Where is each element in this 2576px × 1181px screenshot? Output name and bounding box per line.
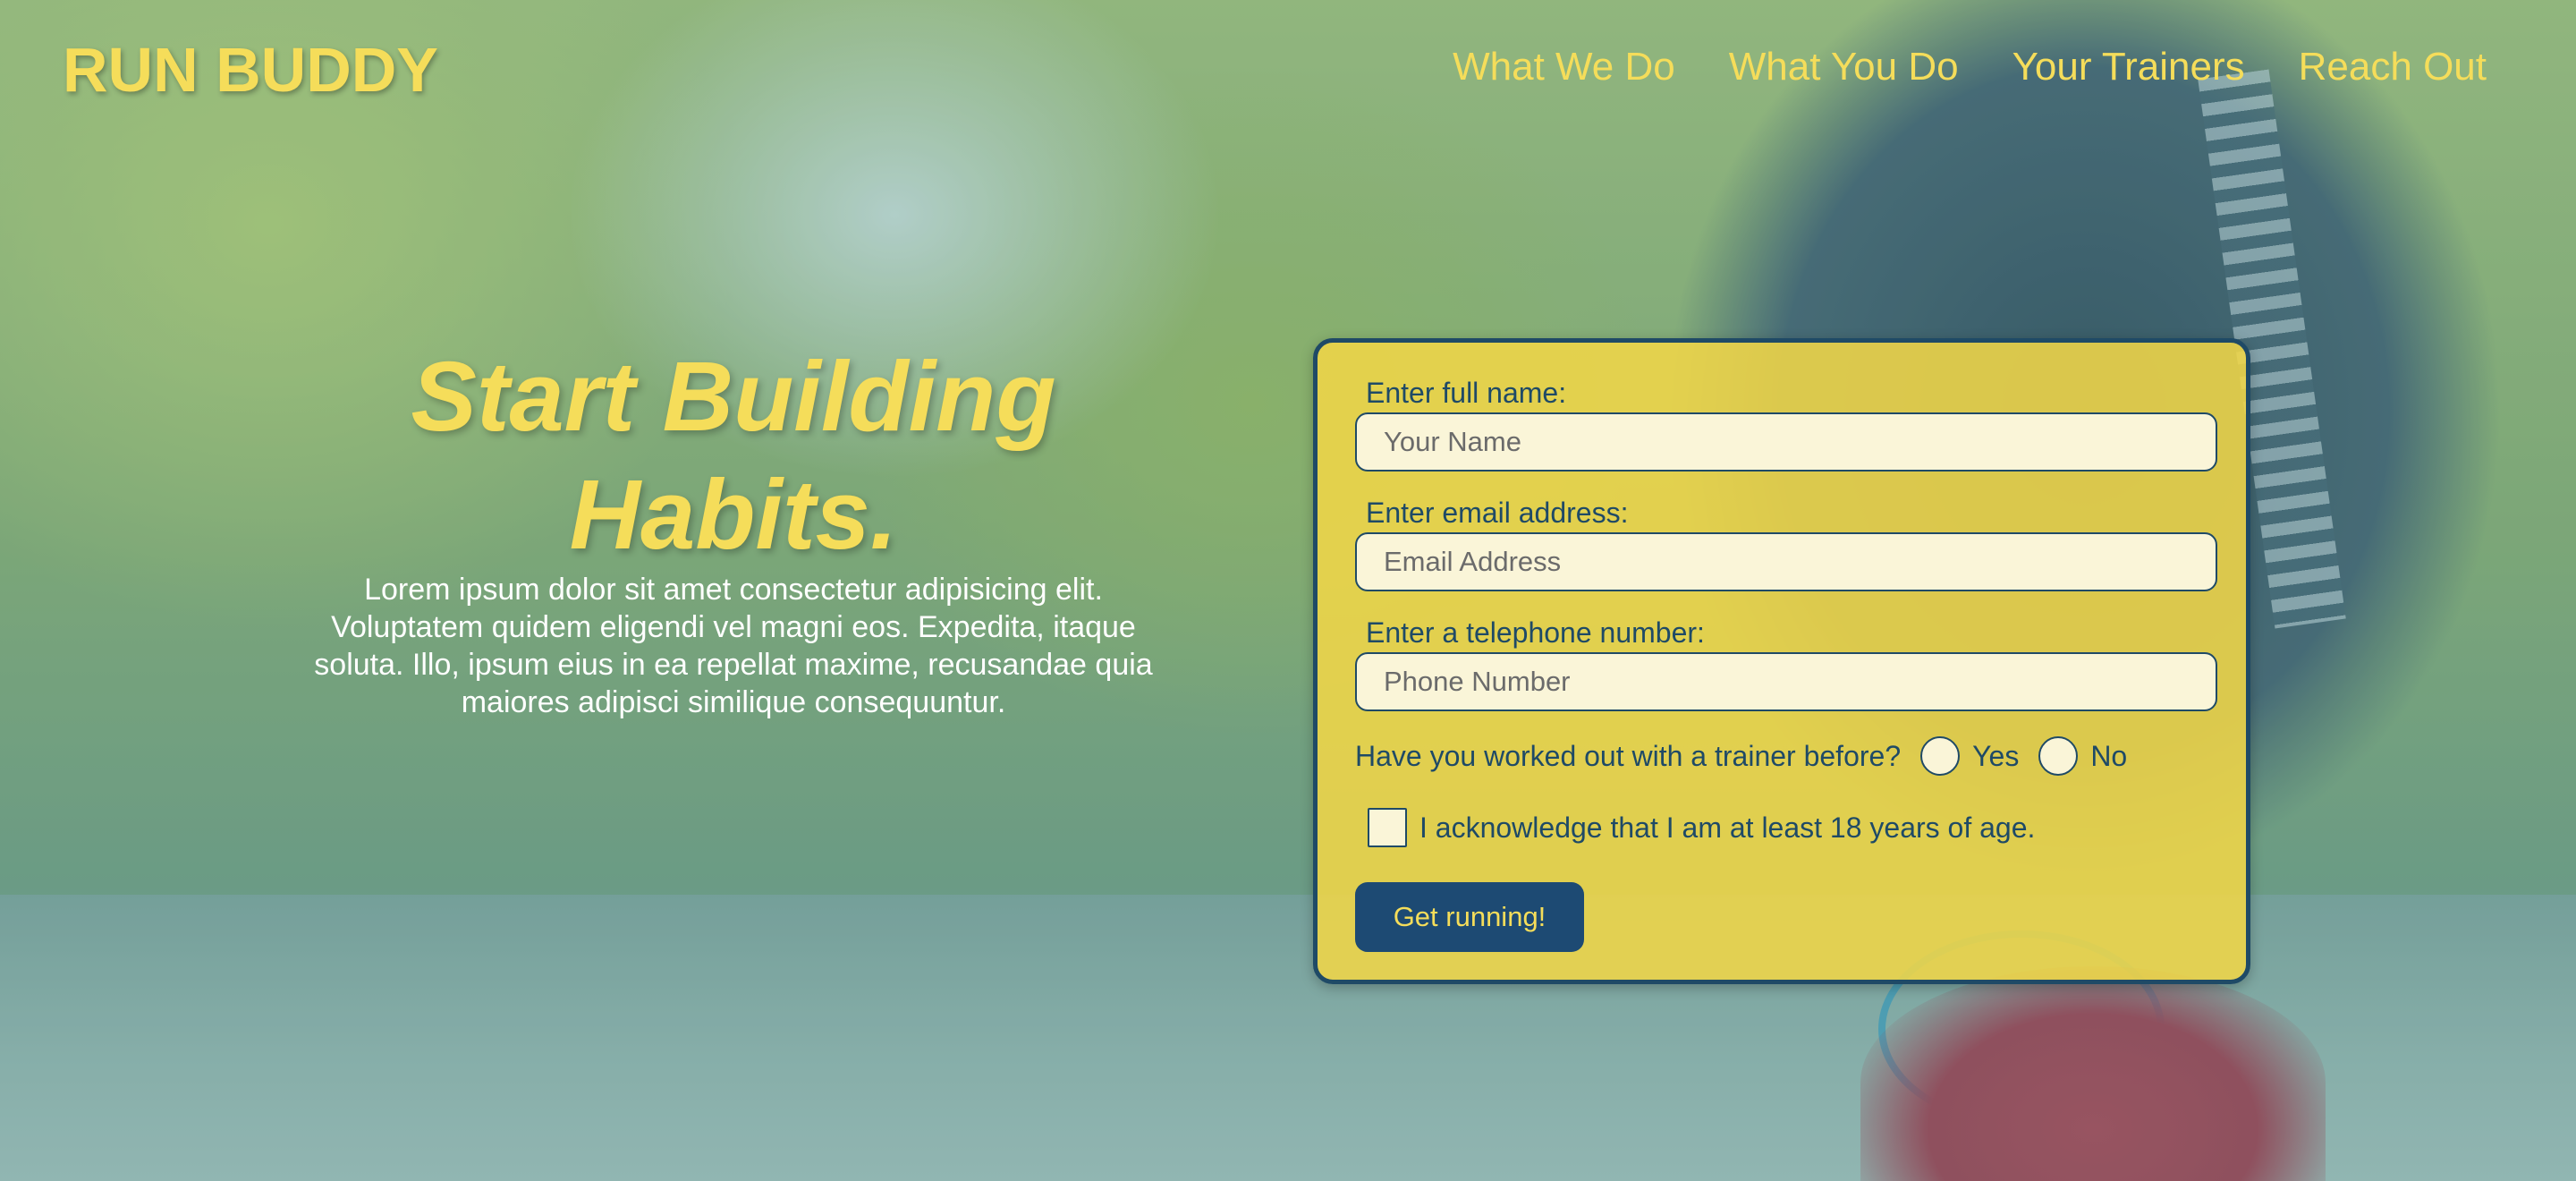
radio-yes-label: Yes — [1972, 739, 2020, 772]
age-ack-row: I acknowledge that I am at least 18 year… — [1368, 808, 2035, 847]
radio-no-label: No — [2090, 739, 2128, 772]
site-logo[interactable]: RUN BUDDY — [63, 34, 438, 106]
trainer-question-label: Have you worked out with a trainer befor… — [1355, 739, 1902, 772]
hero-title-line-2: Habits. — [569, 460, 898, 570]
nav-link-what-you-do[interactable]: What You Do — [1729, 45, 1959, 89]
phone-label: Enter a telephone number: — [1366, 616, 1705, 649]
hero-title: Start Building Habits. — [322, 338, 1145, 574]
name-input[interactable] — [1355, 412, 2217, 472]
nav-link-reach-out[interactable]: Reach Out — [2299, 45, 2487, 89]
name-label: Enter full name: — [1366, 377, 1567, 409]
hero-title-line-1: Start Building — [411, 342, 1056, 452]
email-label: Enter email address: — [1366, 497, 1629, 529]
main-nav: What We Do What You Do Your Trainers Rea… — [1453, 45, 2487, 89]
age-ack-label: I acknowledge that I am at least 18 year… — [1419, 811, 2036, 844]
signup-form: Enter full name: Enter email address: En… — [1313, 338, 2250, 984]
hero-description: Lorem ipsum dolor sit amet consectetur a… — [314, 573, 1153, 719]
nav-link-your-trainers[interactable]: Your Trainers — [2012, 45, 2245, 89]
phone-input[interactable] — [1355, 652, 2217, 711]
nav-link-what-we-do[interactable]: What We Do — [1453, 45, 1675, 89]
age-ack-checkbox[interactable] — [1368, 808, 1407, 847]
trainer-question-row: Have you worked out with a trainer befor… — [1355, 736, 2127, 776]
email-input[interactable] — [1355, 532, 2217, 591]
radio-no[interactable] — [2038, 736, 2079, 776]
submit-button[interactable]: Get running! — [1355, 882, 1584, 952]
radio-yes[interactable] — [1920, 736, 1961, 776]
